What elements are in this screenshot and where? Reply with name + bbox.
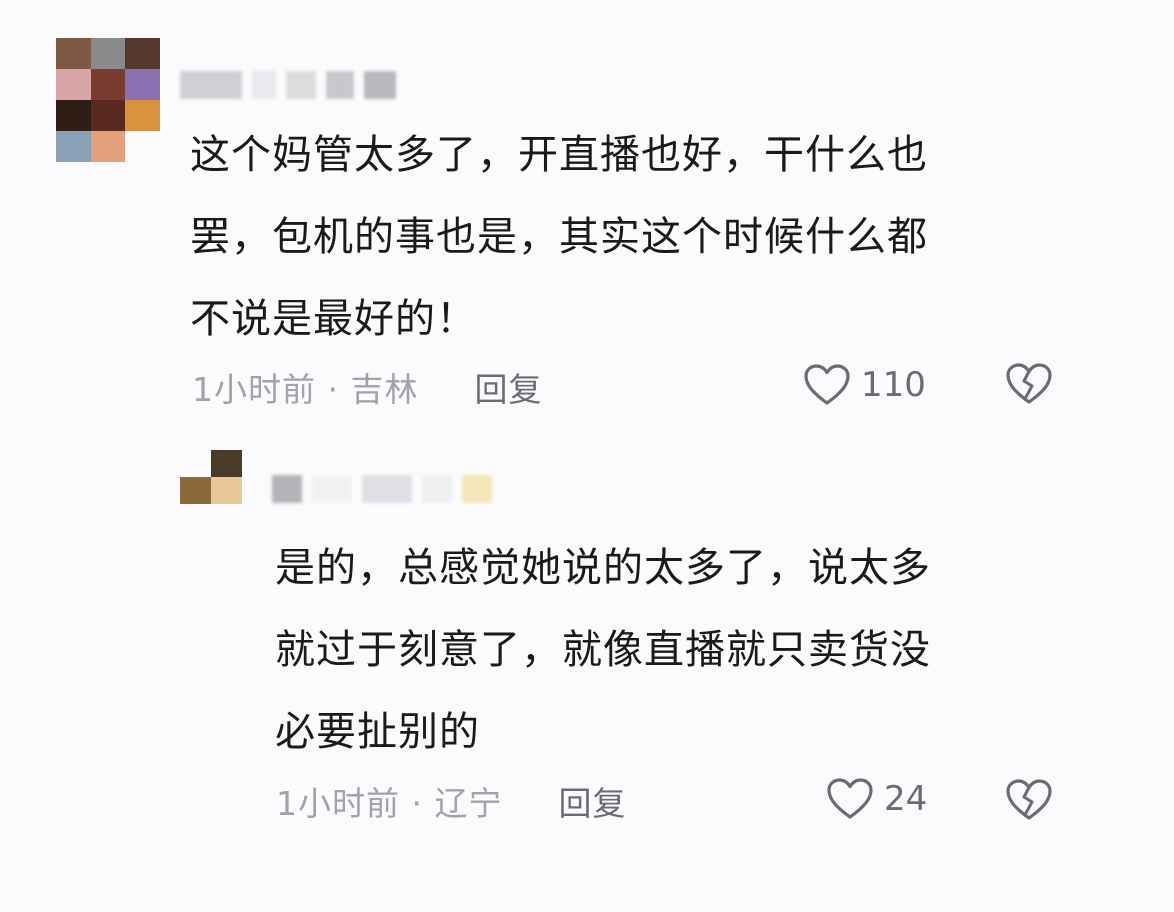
- comment-thread: 这个妈管太多了，开直播也好，干什么也 罢，包机的事也是，其实这个时候什么都 不说…: [0, 0, 1174, 912]
- comment-text-line: 这个妈管太多了，开直播也好，干什么也: [190, 132, 928, 178]
- reply-text-line: 是的，总感觉她说的太多了，说太多: [275, 545, 931, 591]
- reply-text-line: 必要扯别的: [275, 709, 480, 755]
- like-count: 24: [884, 779, 928, 819]
- comment-meta-row: 1小时前 · 吉林 回复: [192, 362, 542, 412]
- heart-outline-icon: [804, 364, 850, 405]
- like-button[interactable]: 24: [826, 774, 927, 824]
- reply-time-location: 1小时前 · 辽宁: [276, 784, 503, 823]
- broken-heart-icon[interactable]: [1005, 778, 1053, 822]
- reply-button[interactable]: 回复: [474, 363, 542, 411]
- reply-text: 是的，总感觉她说的太多了，说太多 就过于刻意了，就像直播就只卖货没 必要扯别的: [275, 527, 1055, 773]
- reply-button[interactable]: 回复: [558, 777, 626, 825]
- comment-text-line: 不说是最好的！: [190, 296, 477, 342]
- comment-text: 这个妈管太多了，开直播也好，干什么也 罢，包机的事也是，其实这个时候什么都 不说…: [190, 114, 1060, 360]
- like-count: 110: [861, 365, 926, 405]
- avatar[interactable]: [180, 450, 242, 504]
- broken-heart-icon[interactable]: [1005, 362, 1053, 406]
- comment-time-location: 1小时前 · 吉林: [192, 370, 419, 409]
- username-blurred[interactable]: [180, 70, 396, 100]
- comment-text-line: 罢，包机的事也是，其实这个时候什么都: [190, 214, 928, 260]
- heart-outline-icon: [827, 778, 873, 819]
- avatar[interactable]: [56, 38, 160, 162]
- reply-meta-row: 1小时前 · 辽宁 回复: [276, 776, 626, 826]
- like-button[interactable]: 110: [803, 360, 926, 410]
- username-blurred[interactable]: [272, 474, 492, 504]
- reply-text-line: 就过于刻意了，就像直播就只卖货没: [275, 627, 931, 673]
